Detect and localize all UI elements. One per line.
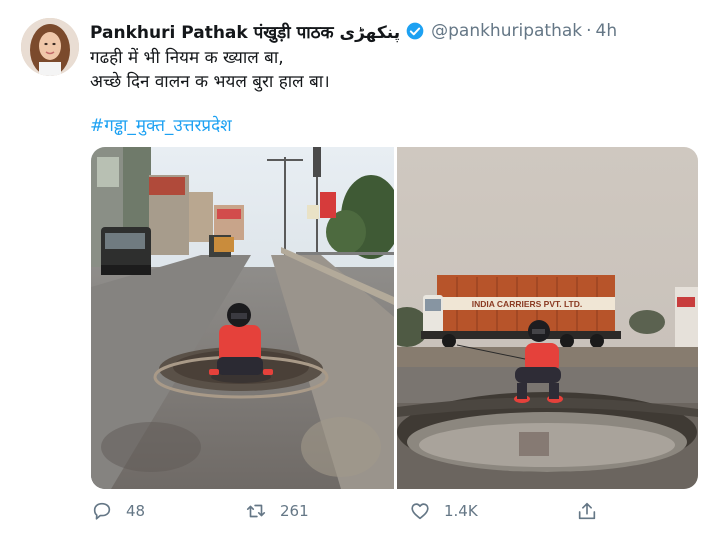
tweet-header: Pankhuri Pathak पंखुड़ी पाठक پنکھڑی @pan… — [90, 19, 617, 43]
reply-count: 48 — [126, 502, 146, 520]
hashtag-link[interactable]: #गड्ढा_मुक्त_उत्तरप्रदेश — [90, 113, 232, 136]
tweet-actions: 48 261 1.4K — [0, 500, 720, 528]
display-name[interactable]: Pankhuri Pathak पंखुड़ी पाठक پنکھڑی — [90, 20, 400, 43]
retweet-count: 261 — [280, 502, 309, 520]
share-button[interactable] — [576, 500, 598, 522]
reply-icon — [93, 502, 111, 520]
tweet-text-line-1: गढही में भी नियम क ख्याल बा, — [90, 48, 284, 68]
media-photo-left[interactable] — [91, 147, 394, 489]
truck-text: INDIA CARRIERS PVT. LTD. — [472, 299, 583, 309]
heart-icon — [411, 503, 429, 520]
tweet-text-line-2: अच्छे दिन वालन क भयल बुरा हाल बा। — [90, 72, 330, 92]
like-count: 1.4K — [444, 502, 478, 520]
verified-badge-icon — [406, 22, 424, 40]
user-handle[interactable]: @pankhuripathak — [431, 21, 582, 41]
avatar[interactable] — [21, 18, 79, 76]
media-grid: INDIA CARRIERS PVT. LTD. — [91, 147, 698, 489]
share-icon — [578, 502, 596, 520]
tweet-timestamp[interactable]: 4h — [596, 21, 618, 41]
tweet-text: गढही में भी नियम क ख्याल बा, अच्छे दिन व… — [90, 46, 330, 94]
retweet-button[interactable]: 261 — [245, 500, 309, 522]
reply-button[interactable]: 48 — [91, 500, 145, 522]
avatar-image — [21, 18, 79, 76]
like-button[interactable]: 1.4K — [409, 500, 478, 522]
tweet-card: Pankhuri Pathak पंखुड़ी पाठक پنکھڑی @pan… — [0, 0, 720, 538]
retweet-icon — [246, 504, 266, 518]
separator-dot: · — [586, 21, 592, 41]
media-photo-right[interactable]: INDIA CARRIERS PVT. LTD. — [397, 147, 698, 489]
